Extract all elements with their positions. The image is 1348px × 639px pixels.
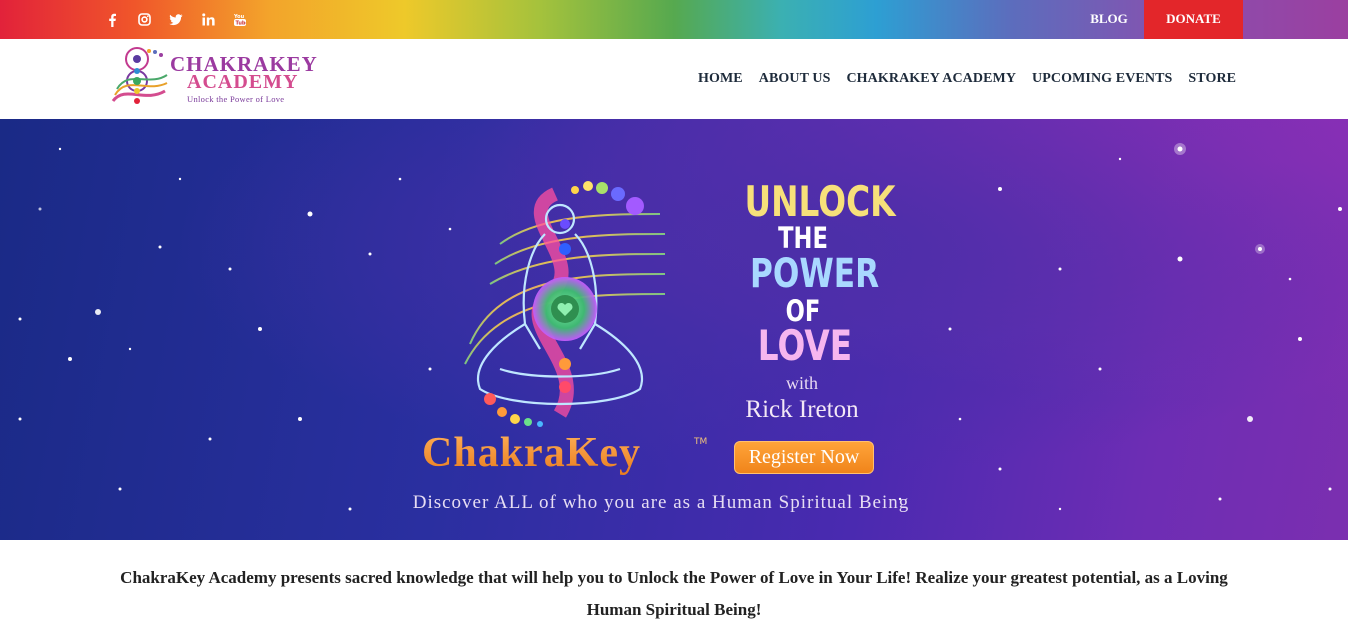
hero-title-line-power: POWER bbox=[749, 251, 880, 297]
meditation-figure-illustration bbox=[464, 181, 666, 427]
intro-paragraph: ChakraKey Academy presents sacred knowle… bbox=[120, 568, 1228, 619]
nav-store[interactable]: STORE bbox=[1188, 71, 1236, 87]
logo-tagline: Unlock the Power of Love bbox=[187, 94, 285, 104]
hero-title-line-unlock: UNLOCK bbox=[744, 177, 896, 226]
twitter-icon[interactable] bbox=[160, 13, 192, 26]
svg-text:Tube: Tube bbox=[236, 20, 247, 26]
trademark-mark: TM bbox=[694, 437, 708, 447]
facebook-icon[interactable] bbox=[96, 13, 128, 27]
hero-brand-name: ChakraKey bbox=[422, 430, 641, 476]
logo-subtitle: ACADEMY bbox=[187, 71, 299, 93]
youtube-icon[interactable]: YouTube bbox=[224, 13, 256, 27]
instagram-icon[interactable] bbox=[128, 13, 160, 26]
hero-banner[interactable]: UNLOCK THE POWER OF LOVE with Rick Ireto… bbox=[0, 119, 1348, 540]
main-nav: HOME ABOUT US CHAKRAKEY ACADEMY UPCOMING… bbox=[690, 39, 1244, 119]
top-bar: YouTube BLOG DONATE bbox=[0, 0, 1348, 39]
social-links: YouTube bbox=[96, 0, 256, 39]
nav-about-us[interactable]: ABOUT US bbox=[759, 71, 831, 87]
blog-link[interactable]: BLOG bbox=[1076, 0, 1142, 39]
donate-button[interactable]: DONATE bbox=[1144, 0, 1243, 39]
nav-home[interactable]: HOME bbox=[698, 71, 743, 87]
hero-title-line-the: THE bbox=[778, 221, 828, 255]
nav-upcoming-events[interactable]: UPCOMING EVENTS bbox=[1032, 71, 1172, 87]
hero-presenter-name: Rick Ireton bbox=[745, 396, 859, 423]
nav-chakrakey-academy[interactable]: CHAKRAKEY ACADEMY bbox=[846, 71, 1016, 87]
register-now-button[interactable]: Register Now bbox=[734, 441, 874, 474]
hero-tagline: Discover ALL of who you are as a Human S… bbox=[412, 492, 910, 513]
linkedin-icon[interactable] bbox=[192, 13, 224, 26]
hero-with-label: with bbox=[785, 373, 818, 393]
hero-title-line-love: LOVE bbox=[757, 321, 853, 370]
